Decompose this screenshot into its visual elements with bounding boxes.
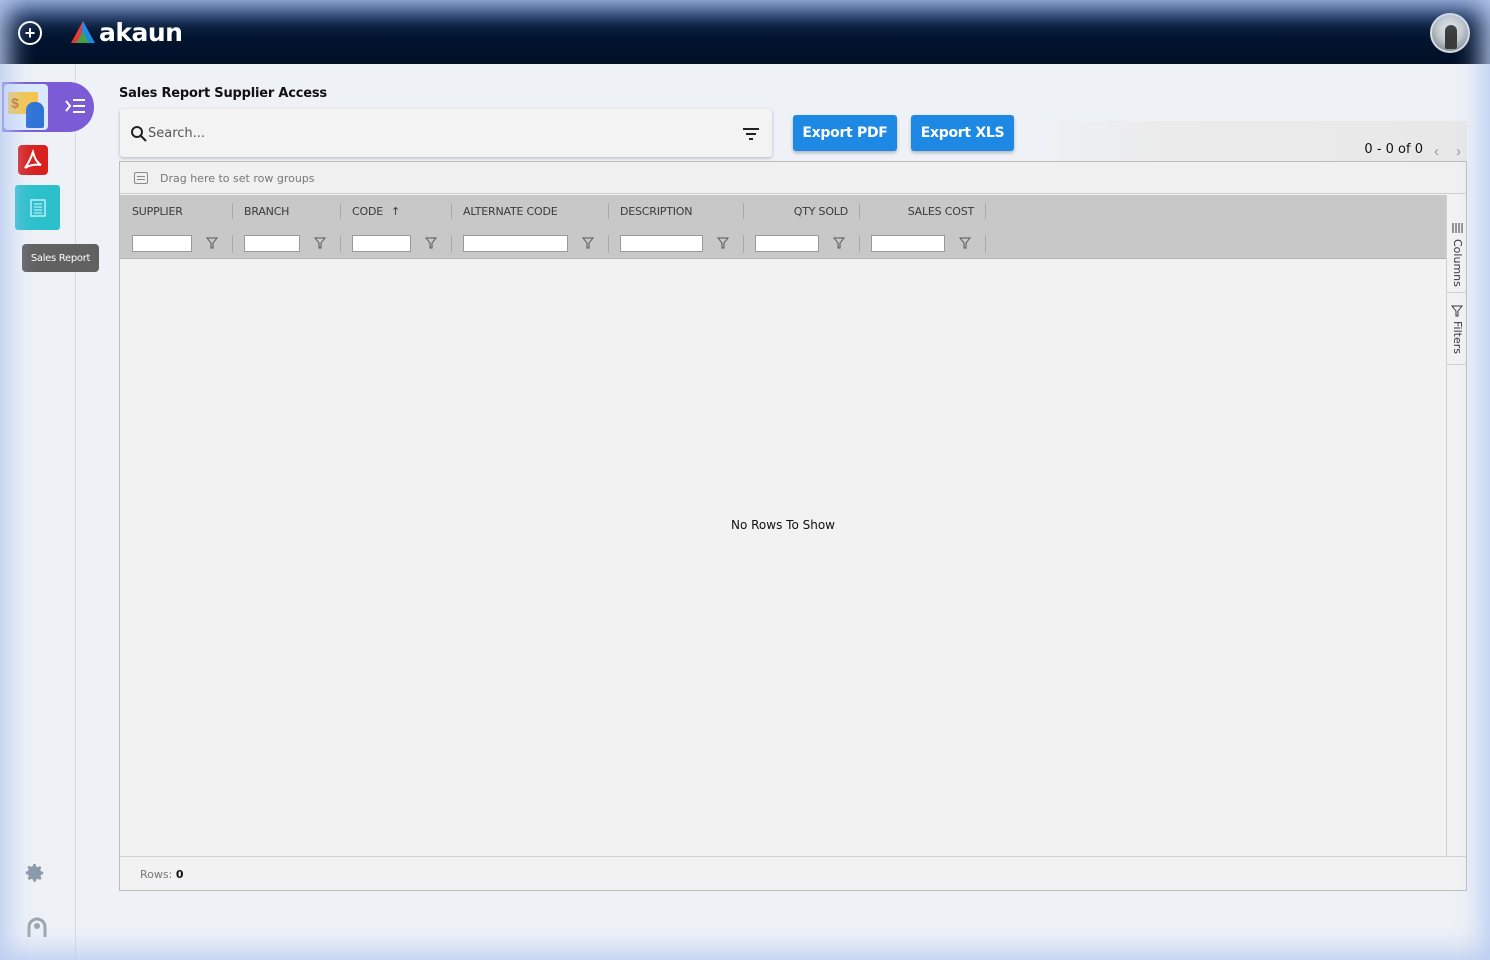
grid-header: SUPPLIER BRANCH CODE ↑ ALTERNATE CODE DE… <box>120 195 1446 259</box>
rows-count-label: Rows: 0 <box>140 868 183 881</box>
akaun-logo-icon <box>71 21 95 43</box>
filter-input-alternate-code[interactable] <box>463 235 568 252</box>
brand-name: akaun <box>99 17 183 47</box>
filter-icon[interactable] <box>959 237 971 249</box>
column-resize-handle[interactable] <box>340 203 341 219</box>
add-app-button[interactable]: + <box>18 21 42 45</box>
acrobat-icon <box>24 149 42 169</box>
filter-input-qty-sold[interactable] <box>755 235 819 252</box>
row-group-drop-zone[interactable]: Drag here to set row groups <box>120 162 1466 194</box>
column-header-branch[interactable]: BRANCH <box>244 195 289 227</box>
search-input[interactable] <box>148 121 728 145</box>
filter-input-sales-cost[interactable] <box>871 235 945 252</box>
column-header-description[interactable]: DESCRIPTION <box>620 195 692 227</box>
settings-gear-icon[interactable] <box>24 862 46 884</box>
filter-icon[interactable] <box>425 237 437 249</box>
column-resize-handle[interactable] <box>232 203 233 219</box>
export-pdf-button[interactable]: Export PDF <box>793 115 897 151</box>
column-label: SALES COST <box>907 204 975 218</box>
export-xls-button[interactable]: Export XLS <box>911 115 1014 151</box>
column-label: ALTERNATE CODE <box>463 204 558 218</box>
pdf-report-icon[interactable] <box>18 145 48 175</box>
filters-tool-panel-tab[interactable]: Filters <box>1447 293 1467 365</box>
next-page-icon[interactable]: › <box>1456 143 1461 160</box>
filter-input-code[interactable] <box>352 235 411 252</box>
sales-report-tooltip: Sales Report <box>22 244 99 272</box>
grid-status-bar: Rows: 0 <box>120 856 1466 890</box>
column-resize-handle[interactable] <box>451 203 452 219</box>
column-label: DESCRIPTION <box>620 204 693 218</box>
filter-icon[interactable] <box>833 237 845 249</box>
column-resize-handle[interactable] <box>743 203 744 219</box>
filter-divider <box>340 235 341 253</box>
column-resize-handle[interactable] <box>985 203 986 219</box>
profile-user-icon[interactable] <box>25 916 49 938</box>
search-bar[interactable] <box>120 109 772 157</box>
left-sidebar: $ Sales Report <box>0 64 99 960</box>
row-group-hint: Drag here to set row groups <box>160 172 315 185</box>
column-label: BRANCH <box>244 204 290 218</box>
filter-lines-icon[interactable] <box>742 127 760 141</box>
columns-tab-label: Columns <box>1451 239 1464 287</box>
filter-input-description[interactable] <box>620 235 703 252</box>
previous-page-icon[interactable]: ‹ <box>1434 143 1439 160</box>
columns-icon <box>1452 223 1463 233</box>
plus-icon: + <box>24 23 36 43</box>
list-document-icon <box>29 198 46 217</box>
filter-divider <box>232 235 233 253</box>
column-label: SUPPLIER <box>132 204 183 218</box>
search-icon <box>131 126 147 142</box>
filter-input-branch[interactable] <box>244 235 300 252</box>
rows-count-value: 0 <box>175 868 184 881</box>
sales-report-grid: Drag here to set row groups SUPPLIER BRA… <box>119 161 1467 891</box>
person-icon <box>26 102 44 128</box>
filter-icon[interactable] <box>314 237 326 249</box>
column-resize-handle[interactable] <box>608 203 609 219</box>
user-avatar[interactable] <box>1430 13 1470 53</box>
column-header-sales-cost[interactable]: SALES COST <box>871 195 975 227</box>
column-label: QTY SOLD <box>793 204 848 218</box>
filters-tab-label: Filters <box>1451 321 1464 354</box>
sales-report-app-icon[interactable]: $ <box>4 84 48 130</box>
rows-label-text: Rows: <box>140 868 173 881</box>
filter-divider <box>743 235 744 253</box>
column-label: CODE <box>352 204 383 218</box>
brand-logo[interactable]: akaun <box>70 17 183 47</box>
filter-icon[interactable] <box>206 237 218 249</box>
column-header-code[interactable]: CODE ↑ <box>352 195 400 227</box>
sales-report-nav-button[interactable] <box>15 185 60 230</box>
sort-ascending-icon: ↑ <box>390 204 400 218</box>
pagination-summary: 0 - 0 of 0 <box>1364 142 1423 157</box>
filter-divider <box>985 235 986 253</box>
column-resize-handle[interactable] <box>859 203 860 219</box>
column-header-supplier[interactable]: SUPPLIER <box>132 195 183 227</box>
page-title: Sales Report Supplier Access <box>119 86 327 101</box>
filters-funnel-icon <box>1451 305 1463 317</box>
filter-input-supplier[interactable] <box>132 235 192 252</box>
pagination: 0 - 0 of 0 ‹ › <box>1030 121 1467 161</box>
top-bar: + akaun <box>0 0 1490 64</box>
columns-tool-panel-tab[interactable]: Columns <box>1447 209 1467 293</box>
filter-divider <box>451 235 452 253</box>
menu-toggle-icon[interactable] <box>64 95 86 117</box>
filter-icon[interactable] <box>582 237 594 249</box>
filter-icon[interactable] <box>717 237 729 249</box>
grid-side-bar: Columns Filters <box>1446 195 1467 856</box>
column-header-alternate-code[interactable]: ALTERNATE CODE <box>463 195 558 227</box>
row-group-icon <box>134 172 148 184</box>
column-header-qty-sold[interactable]: QTY SOLD <box>755 195 848 227</box>
no-rows-message: No Rows To Show <box>731 518 835 532</box>
filter-divider <box>608 235 609 253</box>
filter-divider <box>859 235 860 253</box>
